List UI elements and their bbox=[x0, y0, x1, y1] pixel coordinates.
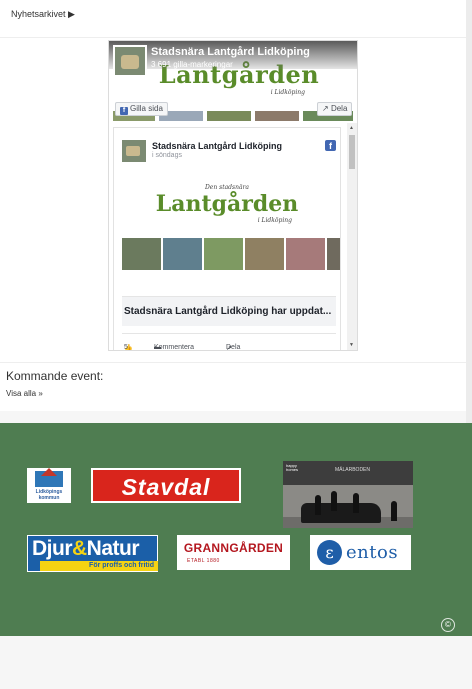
like-page-button[interactable]: f Gilla sida bbox=[115, 102, 168, 116]
car bbox=[301, 503, 381, 523]
djur-natur-logo[interactable]: Djur&Natur För proffs och fritid bbox=[27, 535, 158, 572]
scroll-up-icon[interactable]: ▲ bbox=[349, 125, 354, 131]
happy-homes-logo[interactable]: happy homes MÄLARBODEN bbox=[283, 461, 413, 528]
share-icon: ↗ bbox=[322, 104, 329, 113]
facebook-icon: f bbox=[120, 107, 128, 115]
share-label: Dela bbox=[330, 104, 348, 113]
granngarden-since: ETABL 1880 bbox=[187, 558, 220, 564]
scrollbar-thumb[interactable] bbox=[349, 135, 355, 169]
post-date[interactable]: i söndags bbox=[152, 152, 182, 159]
lidkoping-kommun-logo[interactable]: Lidköpings kommun bbox=[27, 468, 71, 503]
entos-logo[interactable]: ε entos bbox=[310, 535, 411, 570]
post-photo[interactable] bbox=[327, 238, 340, 270]
page-shadow bbox=[466, 0, 472, 423]
facebook-page-widget: Lantgården i Lidköping Stadsnära Lantgår… bbox=[108, 40, 358, 351]
page: Nyhetsarkivet ▶ Lantgården i Lidköping S… bbox=[0, 0, 472, 689]
post-photo[interactable] bbox=[122, 238, 161, 270]
divider bbox=[0, 362, 466, 363]
post-photo[interactable] bbox=[286, 238, 325, 270]
entos-name: entos bbox=[346, 542, 399, 563]
djur-natur-name: Djur&Natur bbox=[32, 537, 140, 560]
post-photo[interactable] bbox=[163, 238, 202, 270]
person bbox=[331, 491, 337, 511]
person bbox=[353, 493, 359, 513]
stavdal-logo[interactable]: Stavdal bbox=[91, 468, 241, 503]
post-photo[interactable] bbox=[245, 238, 284, 270]
granngarden-name: GRANNGÅRDEN bbox=[183, 541, 284, 555]
sponsor-footer: Lidköpings kommun Stavdal happy homes MÄ… bbox=[0, 423, 472, 636]
post-author[interactable]: Stadsnära Lantgård Lidköping bbox=[152, 141, 282, 151]
granngarden-logo[interactable]: GRANNGÅRDEN ETABL 1880 bbox=[177, 535, 290, 570]
post-share-label: Dela bbox=[226, 344, 241, 351]
news-archive-link[interactable]: Nyhetsarkivet ▶ bbox=[11, 9, 75, 20]
post-avatar[interactable] bbox=[122, 140, 146, 162]
entos-icon: ε bbox=[317, 540, 342, 565]
crest-roof bbox=[41, 468, 57, 476]
link-preview[interactable]: Stadsnära Lantgård Lidköping har uppdat.… bbox=[122, 296, 336, 326]
facebook-feed[interactable]: Stadsnära Lantgård Lidköping i söndags f… bbox=[109, 123, 357, 351]
post-logo-title: Lantgården bbox=[155, 191, 299, 217]
stavdal-label: Stavdal bbox=[121, 474, 211, 500]
facebook-icon[interactable]: f bbox=[325, 140, 336, 151]
copyright-icon[interactable]: © bbox=[441, 618, 455, 632]
share-button[interactable]: ↗ Dela bbox=[317, 102, 353, 116]
post-logo-subtitle: i Lidköping bbox=[257, 217, 292, 224]
person bbox=[315, 495, 321, 515]
page-likes: 3 691 gilla-markeringar bbox=[151, 60, 233, 69]
like-count-value: 5 bbox=[124, 344, 128, 351]
post-actions: 👍 5 ▬ Kommentera ↗ Dela bbox=[122, 333, 336, 351]
cover-logo-subtitle: i Lidköping bbox=[270, 89, 305, 96]
post-photo[interactable] bbox=[204, 238, 243, 270]
events-heading: Kommande event: bbox=[6, 369, 104, 383]
cover-photo bbox=[255, 111, 299, 121]
page-avatar[interactable] bbox=[113, 45, 147, 77]
view-all-events-link[interactable]: Visa alla » bbox=[6, 389, 43, 398]
happy-homes-sign: MÄLARBODEN bbox=[335, 467, 371, 473]
cover-photo bbox=[207, 111, 251, 121]
building bbox=[283, 461, 413, 485]
lidkoping-label: Lidköpings kommun bbox=[35, 489, 63, 501]
link-preview-title: Stadsnära Lantgård Lidköping har uppdat.… bbox=[124, 306, 332, 317]
post-logo-small: Den stadsnära bbox=[204, 184, 249, 191]
like-page-label: Gilla sida bbox=[130, 104, 163, 113]
djur-natur-tagline: För proffs och fritid bbox=[40, 561, 158, 571]
facebook-cover[interactable]: Lantgården i Lidköping Stadsnära Lantgår… bbox=[109, 41, 357, 121]
happy-homes-label: happy homes bbox=[286, 463, 299, 472]
feed-scrollbar[interactable]: ▲ ▼ bbox=[347, 123, 357, 350]
scroll-down-icon[interactable]: ▼ bbox=[349, 342, 354, 348]
content-card: Nyhetsarkivet ▶ Lantgården i Lidköping S… bbox=[0, 0, 466, 411]
page-name[interactable]: Stadsnära Lantgård Lidköping bbox=[151, 46, 310, 58]
divider bbox=[0, 37, 466, 38]
post-logo: Den stadsnära Lantgården i Lidköping bbox=[114, 184, 340, 224]
comment-label: Kommentera bbox=[154, 344, 195, 351]
feed-post: Stadsnära Lantgård Lidköping i söndags f… bbox=[113, 127, 341, 351]
person bbox=[391, 501, 397, 521]
